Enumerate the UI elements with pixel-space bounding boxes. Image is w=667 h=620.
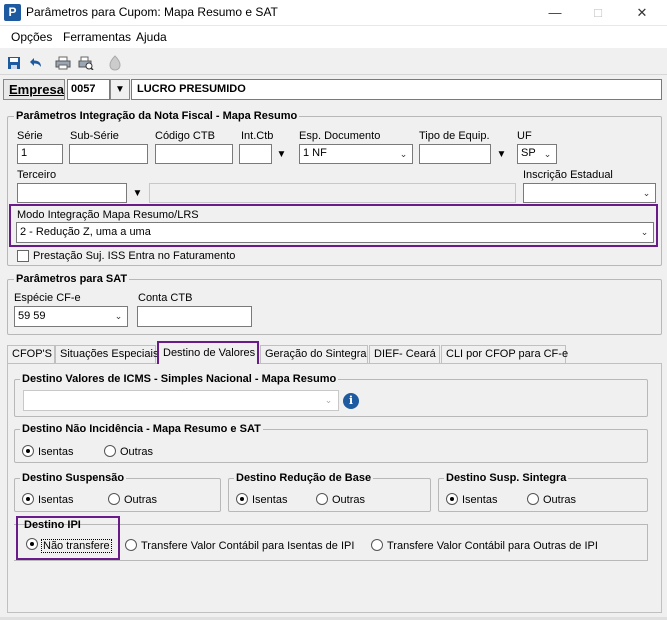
ipi-isentas-radio[interactable] [125, 539, 137, 551]
modo-integracao-label: Modo Integração Mapa Resumo/LRS [17, 209, 199, 221]
chevron-down-icon[interactable]: ⌄ [395, 145, 412, 163]
inscricao-estadual-select[interactable] [523, 183, 656, 203]
print-icon[interactable] [54, 54, 72, 72]
reducao-outras-label: Outras [332, 494, 366, 506]
reducao-outras-radio[interactable] [316, 493, 328, 505]
prestacao-checkbox[interactable] [17, 250, 29, 262]
terceiro-input[interactable] [17, 183, 127, 203]
uf-label: UF [517, 130, 532, 142]
tab-dief-ceara[interactable]: DIEF- Ceará [369, 345, 440, 363]
tab-geracao-sintegra[interactable]: Geração do Sintegra [260, 345, 368, 363]
ipi-outras-label: Transfere Valor Contábil para Outras de … [387, 540, 598, 552]
window-title: Parâmetros para Cupom: Mapa Resumo e SAT [26, 5, 278, 19]
toolbar [0, 49, 667, 75]
esp-documento-label: Esp. Documento [299, 130, 381, 142]
especie-cfe-label: Espécie CF-e [14, 292, 81, 304]
sub-serie-input[interactable] [69, 144, 148, 164]
conta-ctb-input[interactable] [137, 306, 252, 327]
prestacao-label: Prestação Suj. ISS Entra no Faturamento [33, 250, 236, 262]
inscricao-estadual-label: Inscrição Estadual [523, 169, 613, 181]
susp-sintegra-isentas-radio[interactable] [446, 493, 458, 505]
maximize-button[interactable]: □ [576, 0, 620, 26]
ipi-nao-transfere-radio[interactable] [26, 538, 38, 550]
susp-sintegra-isentas-label: Isentas [462, 494, 498, 506]
terceiro-dropdown-icon[interactable]: ▼ [129, 184, 146, 202]
tab-cli-cfop[interactable]: CLI por CFOP para CF-e [441, 345, 568, 363]
susp-sintegra-outras-radio[interactable] [527, 493, 539, 505]
tipo-equip-label: Tipo de Equip. [419, 130, 490, 142]
sat-group-title: Parâmetros para SAT [14, 273, 130, 285]
suspensao-outras-radio[interactable] [108, 493, 120, 505]
sub-serie-label: Sub-Série [70, 130, 119, 142]
empresa-label: Empresa [9, 82, 64, 97]
suspensao-isentas-radio[interactable] [22, 493, 34, 505]
ipi-title: Destino IPI [24, 519, 81, 531]
serie-label: Série [17, 130, 43, 142]
nao-incidencia-outras-label: Outras [120, 446, 154, 458]
ipi-nao-transfere-label: Não transfere [41, 539, 112, 553]
int-ctb-label: Int.Ctb [241, 130, 274, 142]
reducao-isentas-label: Isentas [252, 494, 288, 506]
minimize-button[interactable]: — [533, 0, 577, 26]
tab-destino-de-valores[interactable]: Destino de Valores [157, 341, 259, 364]
icms-select[interactable] [23, 390, 339, 411]
tipo-equip-dropdown-icon[interactable]: ▼ [493, 145, 510, 163]
susp-sintegra-outras-label: Outras [543, 494, 577, 506]
chevron-down-icon[interactable]: ⌄ [539, 145, 556, 163]
tab-situacoes-especiais[interactable]: Situações Especiais [55, 345, 158, 363]
menu-ajuda[interactable]: Ajuda [136, 30, 167, 44]
ipi-outras-radio[interactable] [371, 539, 383, 551]
tipo-equip-input[interactable] [419, 144, 491, 164]
nao-incidencia-isentas-radio[interactable] [22, 445, 34, 457]
int-ctb-dropdown-icon[interactable]: ▼ [273, 145, 290, 163]
menu-opcoes[interactable]: Opções [11, 30, 52, 44]
close-button[interactable]: ✕ [620, 0, 664, 26]
terceiro-name-field [149, 183, 516, 203]
suspensao-isentas-label: Isentas [38, 494, 74, 506]
save-icon[interactable] [5, 54, 23, 72]
terceiro-label: Terceiro [17, 169, 57, 181]
chevron-down-icon[interactable]: ⌄ [320, 391, 337, 409]
tab-cfops[interactable]: CFOP'S [7, 345, 55, 363]
suspensao-title: Destino Suspensão [20, 472, 127, 484]
ipi-isentas-label: Transfere Valor Contábil para Isentas de… [141, 540, 355, 552]
serie-input[interactable]: 1 [17, 144, 63, 164]
modo-integracao-select[interactable]: 2 - Redução Z, uma a uma [16, 222, 654, 243]
app-icon: P [4, 4, 21, 21]
undo-icon[interactable] [26, 54, 44, 72]
reducao-isentas-radio[interactable] [236, 493, 248, 505]
chevron-down-icon[interactable]: ⌄ [110, 307, 127, 325]
menu-ferramentas[interactable]: Ferramentas [63, 30, 131, 44]
icms-group-title: Destino Valores de ICMS - Simples Nacion… [20, 373, 339, 385]
codigo-ctb-input[interactable] [155, 144, 233, 164]
empresa-code-input[interactable]: 0057 [67, 79, 110, 100]
susp-sintegra-title: Destino Susp. Sintegra [444, 472, 569, 484]
int-ctb-input[interactable] [239, 144, 272, 164]
empresa-name-field: LUCRO PRESUMIDO [131, 79, 662, 100]
nao-incidencia-outras-radio[interactable] [104, 445, 116, 457]
nf-group-title: Parâmetros Integração da Nota Fiscal - M… [14, 110, 300, 122]
print-preview-icon[interactable] [77, 54, 95, 72]
empresa-dropdown-button[interactable]: ▼ [110, 79, 130, 100]
codigo-ctb-label: Código CTB [155, 130, 215, 142]
info-icon[interactable]: i [343, 393, 359, 409]
conta-ctb-label: Conta CTB [138, 292, 193, 304]
chevron-down-icon[interactable]: ⌄ [636, 223, 653, 241]
reducao-title: Destino Redução de Base [234, 472, 374, 484]
nao-incidencia-title: Destino Não Incidência - Mapa Resumo e S… [20, 423, 263, 435]
suspensao-outras-label: Outras [124, 494, 158, 506]
disabled-icon[interactable] [106, 54, 124, 72]
nao-incidencia-isentas-label: Isentas [38, 446, 74, 458]
chevron-down-icon[interactable]: ⌄ [638, 184, 655, 202]
